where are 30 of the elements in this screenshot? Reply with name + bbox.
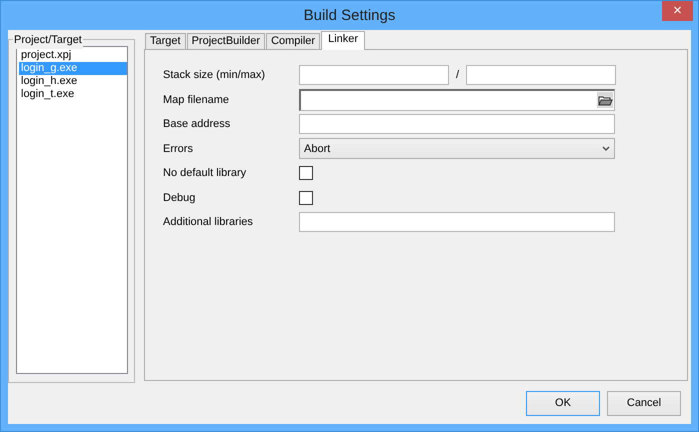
tab[interactable]: Target (145, 33, 186, 49)
dialog-button[interactable]: Cancel (607, 391, 681, 416)
tab[interactable]: ProjectBuilder (186, 33, 266, 49)
list-item[interactable]: login_h.exe (19, 75, 127, 88)
input-field[interactable] (299, 65, 449, 86)
field-label: Map filename (163, 92, 230, 108)
tab[interactable]: Linker (321, 31, 366, 50)
field-label: Base address (163, 117, 232, 132)
input-field[interactable] (299, 212, 615, 232)
folder-icon[interactable] (597, 92, 613, 108)
field-label: Errors (163, 142, 194, 156)
list-item[interactable]: login_t.exe (19, 88, 127, 101)
field-label: No default library (163, 166, 248, 181)
tab[interactable]: Compiler (266, 33, 320, 49)
chevron-icon (602, 146, 610, 152)
list-item[interactable]: project.xpj (19, 49, 127, 62)
group-title: Project/Target (13, 32, 83, 48)
checkbox[interactable] (299, 166, 313, 180)
close-button[interactable]: × (662, 1, 693, 21)
field-label: Debug (163, 190, 196, 206)
field-label: Additional libraries (163, 215, 254, 230)
input-field[interactable] (299, 88, 615, 111)
checkbox[interactable] (299, 190, 313, 205)
window-title: Build Settings (304, 6, 396, 26)
input-field[interactable] (466, 65, 616, 86)
dropdown[interactable]: Abort (299, 138, 615, 160)
separator-text: / (454, 68, 460, 83)
input-field[interactable] (299, 114, 615, 134)
dialog-button[interactable]: OK (526, 391, 600, 416)
field-label: Stack size (min/max) (163, 68, 266, 83)
